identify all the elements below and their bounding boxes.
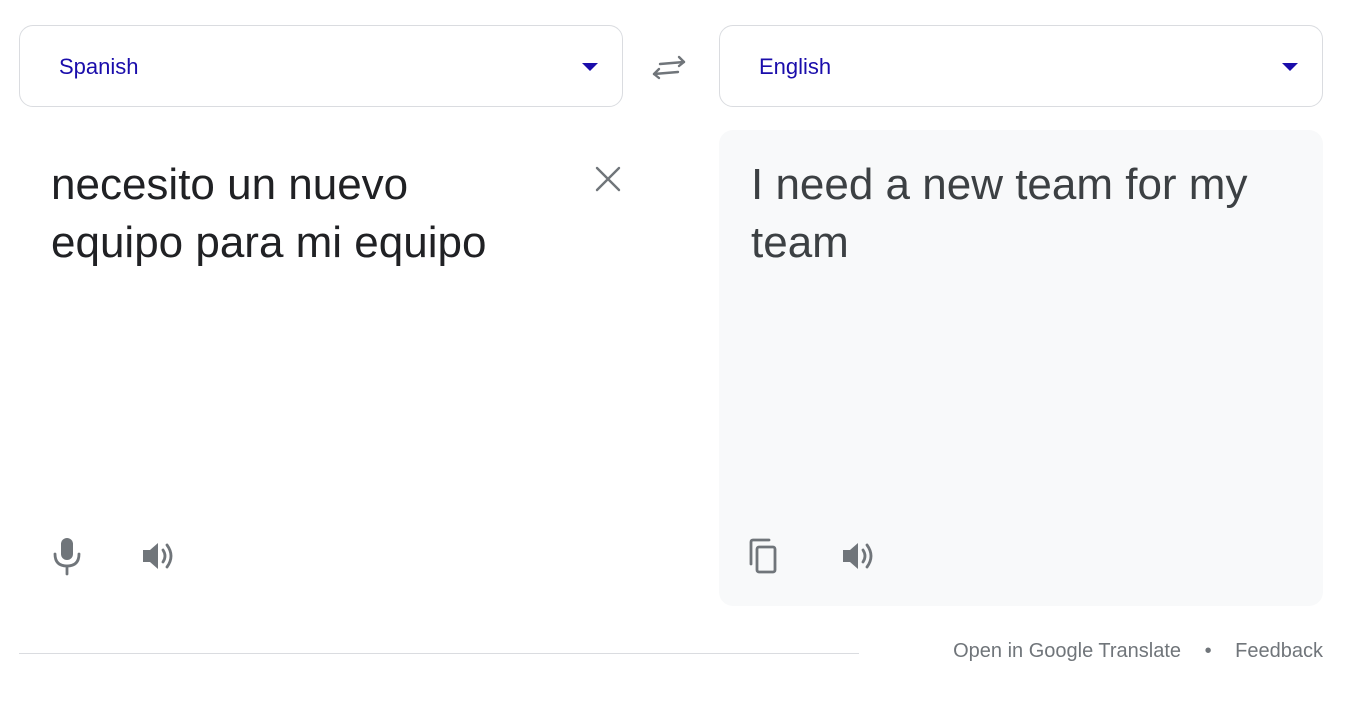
footer-divider: [19, 653, 859, 654]
target-panel: I need a new team for my team: [719, 130, 1323, 606]
translation-output: I need a new team for my team: [751, 160, 1248, 267]
source-language-label: Spanish: [59, 54, 139, 79]
target-language-select[interactable]: English: [719, 25, 1323, 107]
open-in-google-translate-link[interactable]: Open in Google Translate: [953, 640, 1181, 662]
footer-separator: •: [1204, 640, 1212, 662]
source-language-select[interactable]: Spanish: [19, 25, 623, 107]
microphone-button[interactable]: [47, 534, 87, 578]
footer: Open in Google Translate • Feedback: [953, 640, 1323, 663]
target-language-label: English: [759, 54, 832, 79]
chevron-down-icon: [1282, 63, 1298, 71]
copy-button[interactable]: [743, 534, 783, 578]
swap-icon: [652, 55, 686, 80]
speaker-icon: [143, 543, 173, 569]
clear-button[interactable]: [589, 160, 627, 198]
chevron-down-icon: [582, 63, 598, 71]
close-icon: [595, 166, 621, 192]
speaker-icon: [843, 543, 873, 569]
swap-languages-button[interactable]: [646, 48, 692, 88]
target-listen-button[interactable]: [839, 534, 879, 578]
copy-icon: [749, 538, 777, 574]
microphone-icon: [53, 538, 81, 576]
source-panel: necesito un nuevo equipo para mi equipo: [19, 130, 623, 606]
source-text-input[interactable]: necesito un nuevo equipo para mi equipo: [51, 156, 531, 272]
feedback-link[interactable]: Feedback: [1235, 640, 1323, 662]
source-listen-button[interactable]: [139, 534, 179, 578]
